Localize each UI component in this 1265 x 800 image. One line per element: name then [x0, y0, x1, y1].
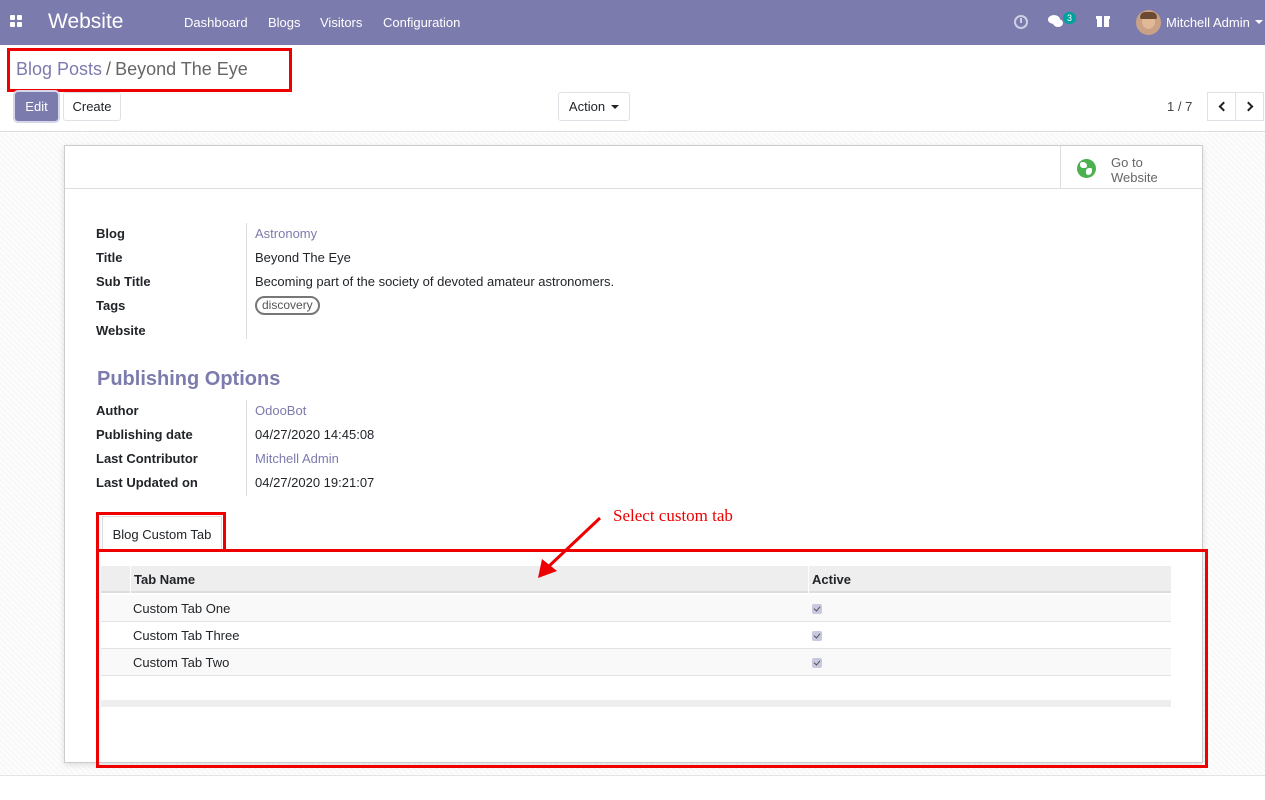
chevron-right-icon [1243, 101, 1253, 112]
annotation-arrow-icon [538, 516, 602, 578]
smart-button-box: Go to Website [65, 146, 1202, 189]
pager-next-button[interactable] [1235, 92, 1264, 121]
title-label: Title [96, 250, 123, 265]
subtitle-label: Sub Title [96, 274, 151, 289]
create-button[interactable]: Create [63, 92, 121, 121]
annotation-breadcrumb-box [7, 48, 292, 92]
blog-label: Blog [96, 226, 125, 241]
pager-value[interactable]: 1 / 7 [1167, 99, 1192, 114]
menu-dashboard[interactable]: Dashboard [184, 15, 248, 30]
last-contributor-link[interactable]: Mitchell Admin [255, 451, 339, 466]
top-navbar: Website Dashboard Blogs Visitors Configu… [0, 0, 1265, 45]
last-updated-value: 04/27/2020 19:21:07 [255, 475, 375, 490]
last-contributor-label: Last Contributor [96, 451, 198, 466]
activity-clock-icon[interactable] [1014, 15, 1028, 29]
annotation-text: Select custom tab [613, 506, 733, 525]
messages-chat-icon[interactable] [1048, 13, 1064, 27]
publishing-options-title: Publishing Options [97, 368, 281, 390]
title-value: Beyond The Eye [255, 250, 351, 265]
publishing-date-value: 04/27/2020 14:45:08 [255, 427, 375, 442]
author-label: Author [96, 403, 139, 418]
go-to-website-label: Go to Website [1111, 155, 1158, 185]
app-title: Website [48, 10, 124, 33]
annotation-table-box [96, 549, 1208, 768]
last-updated-label: Last Updated on [96, 475, 198, 490]
user-menu-name[interactable]: Mitchell Admin [1166, 15, 1250, 30]
menu-configuration[interactable]: Configuration [383, 15, 460, 30]
action-dropdown-button[interactable]: Action [558, 92, 630, 121]
field-divider [246, 223, 247, 339]
tag-badge[interactable]: discovery [255, 296, 320, 315]
apps-menu-icon[interactable] [10, 15, 22, 27]
caret-down-icon [611, 104, 620, 109]
chevron-left-icon [1218, 101, 1228, 112]
field-divider [246, 400, 247, 496]
pager-previous-button[interactable] [1207, 92, 1236, 121]
tags-label: Tags [96, 298, 126, 313]
annotation-tab-box [96, 512, 226, 552]
website-label: Website [96, 323, 146, 338]
author-value-link[interactable]: OdooBot [255, 403, 306, 418]
user-avatar[interactable] [1136, 10, 1161, 35]
globe-icon [1077, 159, 1096, 178]
user-menu-caret-icon[interactable] [1255, 20, 1263, 24]
publishing-date-label: Publishing date [96, 427, 193, 442]
edit-button[interactable]: Edit [15, 92, 58, 121]
go-to-website-button[interactable]: Go to Website [1060, 146, 1203, 189]
menu-visitors[interactable]: Visitors [320, 15, 362, 30]
action-label: Action [568, 99, 606, 114]
bottom-area [0, 775, 1265, 800]
blog-value-link[interactable]: Astronomy [255, 226, 317, 241]
messages-count-badge: 3 [1063, 12, 1077, 24]
subtitle-value: Becoming part of the society of devoted … [255, 274, 615, 289]
gift-icon[interactable] [1096, 13, 1110, 27]
menu-blogs[interactable]: Blogs [268, 15, 301, 30]
